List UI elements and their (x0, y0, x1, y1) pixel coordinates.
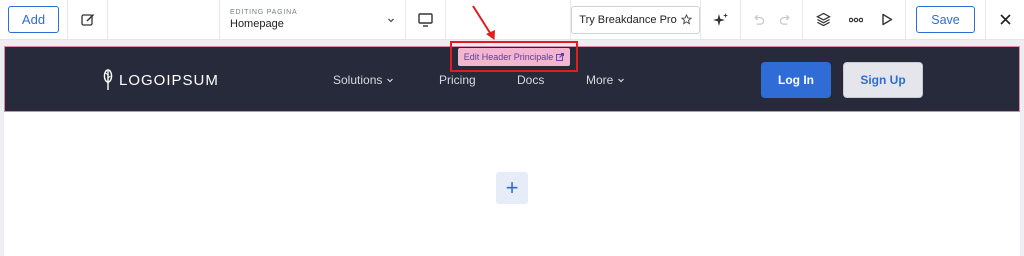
nav-item-docs[interactable]: Docs (517, 73, 544, 87)
nav-item-solutions[interactable]: Solutions (333, 73, 394, 87)
nav-item-pricing[interactable]: Pricing (439, 73, 476, 87)
edit-icon[interactable] (68, 0, 108, 39)
annotation-highlight-box: Edit Header Principale (450, 41, 578, 72)
external-link-icon (556, 52, 565, 61)
page-name: Homepage (230, 18, 284, 30)
view-cell (803, 0, 906, 39)
add-section-button[interactable]: + (496, 172, 528, 204)
chevron-down-icon (617, 76, 625, 84)
page-canvas: LOGOIPSUM Solutions Pricing Docs More Lo… (4, 46, 1020, 256)
save-cell: Save (906, 0, 986, 39)
logo[interactable]: LOGOIPSUM (103, 69, 219, 91)
edit-header-label: Edit Header Principale (463, 51, 554, 62)
layers-icon[interactable] (815, 12, 831, 27)
nav-label: Pricing (439, 73, 476, 87)
canvas-edge (1020, 46, 1024, 256)
nav-label: Solutions (333, 73, 383, 87)
add-button[interactable]: Add (8, 6, 59, 33)
more-dots-icon[interactable] (848, 17, 863, 23)
close-icon[interactable] (986, 0, 1024, 39)
login-button[interactable]: Log In (761, 62, 831, 98)
pro-cell: Try Breakdance Pro (570, 0, 701, 39)
logo-text: LOGOIPSUM (119, 71, 219, 89)
editing-label: EDITING PAGINA (230, 9, 298, 16)
sparkle-icon[interactable] (701, 0, 741, 39)
chevron-down-icon (387, 16, 395, 24)
monitor-icon[interactable] (406, 0, 446, 39)
toolbar-spacer (108, 0, 220, 39)
nav-label: Docs (517, 73, 545, 87)
history-cell (741, 0, 803, 39)
edit-header-button[interactable]: Edit Header Principale (457, 47, 571, 66)
nav-label: More (586, 73, 614, 87)
toolbar-gap (446, 0, 570, 39)
nav-item-more[interactable]: More (586, 73, 625, 87)
undo-icon[interactable] (752, 13, 765, 26)
page-selector[interactable]: EDITING PAGINA Homepage (220, 0, 406, 39)
add-cell: Add (0, 0, 68, 39)
leaf-logo-icon (103, 69, 113, 91)
play-icon[interactable] (881, 13, 893, 26)
star-icon (680, 14, 692, 25)
redo-icon[interactable] (779, 13, 792, 26)
signup-button[interactable]: Sign Up (843, 62, 923, 98)
chevron-down-icon (386, 76, 394, 84)
annotation-arrow-icon (472, 5, 495, 40)
save-button[interactable]: Save (916, 6, 975, 33)
try-pro-label: Try Breakdance Pro (579, 13, 677, 26)
builder-toolbar: Add EDITING PAGINA Homepage Try Breakdan… (0, 0, 1024, 40)
plus-icon: + (505, 175, 519, 200)
try-pro-button[interactable]: Try Breakdance Pro (571, 5, 700, 34)
